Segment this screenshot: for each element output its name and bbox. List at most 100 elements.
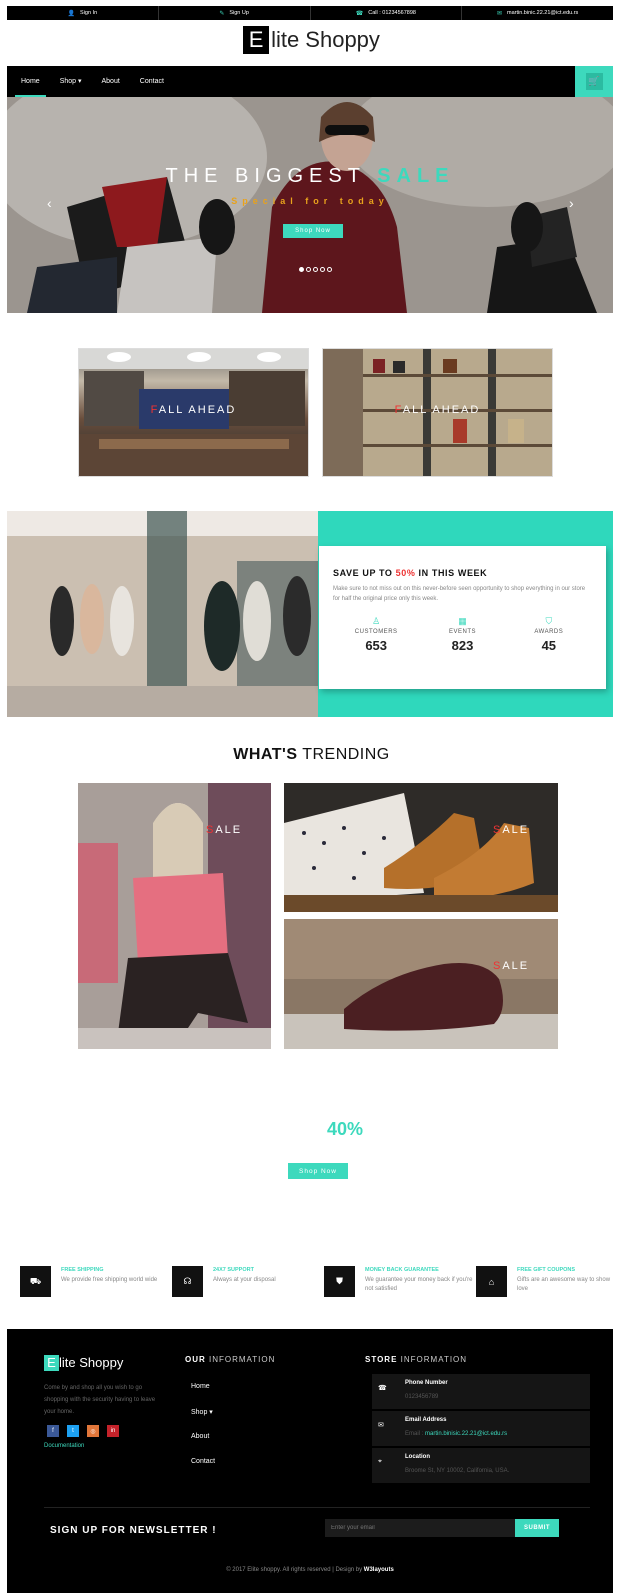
footer-logo-letter: E [44, 1355, 59, 1371]
linkedin-icon[interactable]: in [107, 1425, 119, 1437]
store-information-heading: STORE INFORMATION [365, 1355, 467, 1364]
footer-link-home[interactable]: Home [191, 1383, 210, 1390]
prev-arrow-icon[interactable]: ‹ [47, 195, 52, 211]
store-value: Broome St, NY 10002, California, USA. [405, 1468, 510, 1474]
trending-title-light: TRENDING [297, 746, 390, 763]
trending-tile-shoes[interactable]: SALE [284, 783, 558, 912]
next-arrow-icon[interactable]: › [569, 195, 574, 211]
promo-banner-bags[interactable]: FALL AHEAD [322, 348, 553, 477]
location-icon: ⌖ [378, 1458, 382, 1465]
feature-title: FREE GIFT COUPONS [517, 1267, 576, 1273]
stat-label: AWARDS [534, 629, 564, 635]
instagram-icon[interactable]: ◎ [87, 1425, 99, 1437]
trending-title-bold: WHAT'S [233, 746, 298, 763]
copyright-text: © 2017 Elite shoppy. All rights reserved… [226, 1567, 364, 1573]
stats-section: SAVE UP TO 50% IN THIS WEEK Make sure to… [7, 511, 613, 717]
sale-label: SALE [493, 960, 529, 972]
headset-icon: ☊ [172, 1266, 203, 1297]
sale-description: Make sure to not miss out on this never-… [333, 586, 586, 602]
feature-desc: We provide free shipping world wide [61, 1277, 158, 1283]
shield-icon: ⛉ [545, 616, 553, 626]
sale-label-rest: ALE [215, 824, 243, 836]
hero-slider: THE BIGGEST SALE Special for today Shop … [7, 97, 613, 313]
stat-events: ▦ EVENTS 823 [419, 616, 505, 653]
main-nav: Home Shop ▾ About Contact 🛒 [7, 66, 613, 97]
feature-title: 24X7 SUPPORT [213, 1267, 254, 1273]
email-prefix: Email : [405, 1431, 426, 1437]
sale-heading: SAVE UP TO 50% IN THIS WEEK [333, 568, 592, 578]
nav-about[interactable]: About [102, 66, 120, 97]
trending-tile-womens[interactable]: SALE [78, 783, 271, 1049]
offer-percent: 40% [326, 1119, 364, 1139]
feature-money-back: ⛊ MONEY BACK GUARANTEE We guarantee your … [324, 1266, 474, 1302]
promo-banner-clothing[interactable]: FALL AHEAD [78, 348, 309, 477]
email-label: martin.binic.22.21@ict.edu.rs [506, 10, 579, 16]
newsletter-label: SIGN UP FOR NEWSLETTER ! [50, 1525, 217, 1536]
logo-text: lite Shoppy [271, 27, 380, 52]
footer-divider [44, 1507, 590, 1508]
shoes-shirts-image [284, 783, 558, 912]
designer-link[interactable]: W3layouts [364, 1567, 394, 1573]
sale-label: SALE [206, 824, 242, 836]
store-email-link[interactable]: martin.binisic.22.21@ict.edu.rs [425, 1431, 507, 1437]
nav-home[interactable]: Home [15, 66, 46, 97]
store-label: Email Address [405, 1417, 447, 1423]
newsletter-submit-button[interactable]: SUBMIT [515, 1519, 559, 1537]
footer-link-about[interactable]: About [191, 1433, 209, 1440]
store-value: Email : martin.binisic.22.21@ict.edu.rs [405, 1431, 507, 1437]
trending-title: WHAT'S TRENDING [0, 746, 623, 764]
top-bar: 👤 Sign In ✎ Sign Up ☎ Call : 01234567898 ✉ m… [7, 6, 613, 20]
footer-link-contact[interactable]: Contact [191, 1458, 215, 1465]
nav-shop[interactable]: Shop ▾ [60, 66, 82, 97]
mail-icon: ✉ [378, 1422, 384, 1429]
documentation-link[interactable]: Documentation [44, 1443, 84, 1449]
sale-label-rest: ALE [502, 960, 530, 972]
slider-dots [299, 267, 332, 272]
sign-up-link[interactable]: ✎ Sign Up [159, 6, 311, 20]
promo-label: FALL AHEAD [323, 404, 552, 416]
stat-customers: ♙ CUSTOMERS 653 [333, 616, 419, 653]
email-link[interactable]: ✉ martin.binic.22.21@ict.edu.rs [462, 6, 613, 20]
sign-in-link[interactable]: 👤 Sign In [7, 6, 159, 20]
store-value: 0123456789 [405, 1394, 439, 1400]
store-label: Location [405, 1454, 430, 1460]
slider-dot[interactable] [327, 267, 332, 272]
twitter-icon[interactable]: t [67, 1425, 79, 1437]
promo-label-initial: F [150, 404, 159, 416]
newsletter-email-input[interactable] [325, 1519, 515, 1537]
promo-label: FALL AHEAD [79, 404, 308, 416]
user-icon: 👤 [67, 10, 76, 17]
promo-label-rest: ALL AHEAD [158, 404, 237, 416]
sale-label-initial: S [206, 824, 216, 836]
trending-tile-dress-shoe[interactable]: SALE [284, 919, 558, 1049]
hero-title: THE BIGGEST SALE [7, 165, 613, 188]
gift-icon: ⌂ [476, 1266, 507, 1297]
mannequin-image [78, 783, 271, 1049]
footer-logo[interactable]: Elite Shoppy [44, 1355, 123, 1371]
site-logo[interactable]: Elite Shoppy [0, 26, 623, 62]
cart-button[interactable]: 🛒 [575, 66, 613, 97]
feature-free-shipping: ⛟ FREE SHIPPING We provide free shipping … [20, 1266, 170, 1302]
facebook-icon[interactable]: f [47, 1425, 59, 1437]
slider-dot[interactable] [306, 267, 311, 272]
slider-dot[interactable] [313, 267, 318, 272]
heading-bold: STORE [365, 1355, 398, 1364]
phone-icon: ☎ [355, 10, 364, 17]
hero-title-accent: SALE [377, 165, 455, 187]
footer-link-shop[interactable]: Shop ▾ [191, 1408, 213, 1416]
copyright: © 2017 Elite shoppy. All rights reserved… [7, 1567, 613, 1573]
mail-icon: ✉ [496, 10, 502, 17]
heading-light: INFORMATION [397, 1355, 468, 1364]
sale-label-rest: ALE [502, 824, 530, 836]
stat-value: 45 [541, 638, 557, 653]
slider-dot[interactable] [320, 267, 325, 272]
logo-letter: E [243, 26, 270, 54]
slider-dot[interactable] [299, 267, 304, 272]
pencil-icon: ✎ [219, 10, 225, 17]
hero-shop-now-button[interactable]: Shop Now [283, 224, 343, 238]
offer-shop-now-button[interactable]: Shop Now [288, 1163, 348, 1179]
stat-columns: ♙ CUSTOMERS 653 ▦ EVENTS 823 ⛉ AWARDS 45 [333, 616, 592, 653]
nav-contact[interactable]: Contact [140, 66, 164, 97]
feature-title: FREE SHIPPING [61, 1267, 104, 1273]
sale-heading-b: IN THIS WEEK [415, 568, 488, 578]
